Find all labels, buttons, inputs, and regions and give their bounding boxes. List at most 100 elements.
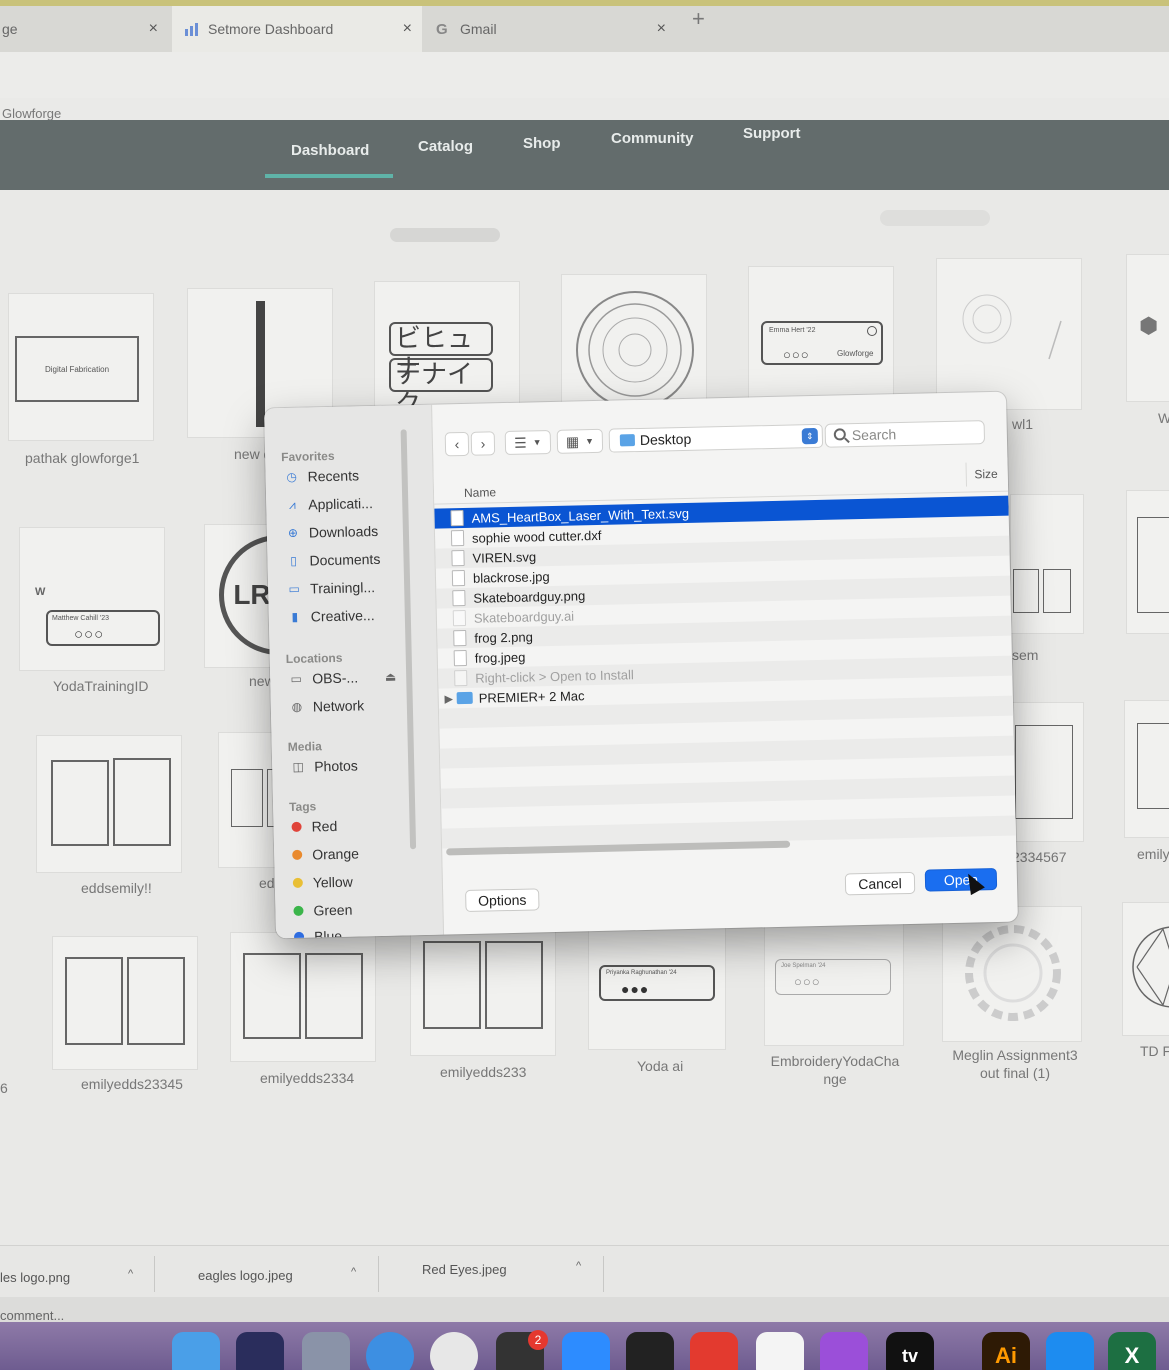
sidebar-item-downloads[interactable]: ⊕ Downloads	[285, 520, 379, 544]
design-title[interactable]: emilyedds233	[440, 1064, 526, 1080]
column-header-name[interactable]: Name	[464, 485, 496, 500]
design-title[interactable]: Meglin Assignment3 out final (1)	[942, 1046, 1088, 1082]
sidebar-scrollbar[interactable]	[400, 429, 417, 850]
sidebar-item-photos[interactable]: ◫ Photos	[290, 754, 358, 778]
design-title[interactable]: YodaTrainingID	[53, 678, 148, 694]
design-card[interactable]	[52, 936, 198, 1070]
design-title[interactable]: EmbroideryYodaCha nge	[762, 1052, 908, 1088]
close-tab-icon[interactable]: ×	[149, 20, 158, 38]
siri-icon[interactable]	[236, 1332, 284, 1370]
news-icon[interactable]	[756, 1332, 804, 1370]
download-item-label[interactable]: les logo.png	[0, 1270, 70, 1285]
file-name: Right-click > Open to Install	[475, 666, 634, 686]
cancel-button[interactable]: Cancel	[844, 871, 916, 896]
grid-view-button[interactable]: ▦ ▼	[556, 428, 604, 454]
sidebar-item-tag-blue[interactable]: Blue	[293, 925, 343, 939]
design-card[interactable]	[1126, 490, 1169, 634]
nav-shop[interactable]: Shop	[523, 135, 561, 152]
scrollbar-thumb[interactable]	[446, 840, 791, 856]
file-name: blackrose.jpg	[472, 568, 550, 586]
nav-dashboard[interactable]: Dashboard	[291, 142, 369, 159]
design-title[interactable]: eddsemily!!	[81, 880, 152, 896]
sidebar-item-tag-green[interactable]: Green	[293, 899, 353, 922]
nav-community[interactable]: Community	[611, 130, 694, 147]
tab-setmore-dashboard[interactable]: Setmore Dashboard ×	[172, 6, 422, 52]
sidebar-item-applications[interactable]: ⩘ Applicati...	[284, 492, 373, 516]
design-title[interactable]: emily	[1137, 846, 1169, 862]
search-field[interactable]	[824, 420, 986, 448]
close-tab-icon[interactable]: ×	[403, 20, 412, 38]
chrome-icon[interactable]	[430, 1332, 478, 1370]
design-card[interactable]	[1010, 494, 1084, 634]
sidebar-item-documents[interactable]: ▯ Documents	[285, 548, 380, 572]
design-title[interactable]: 6	[0, 1080, 8, 1096]
chevron-up-icon[interactable]: ^	[576, 1260, 581, 1272]
design-card[interactable]	[936, 258, 1082, 410]
nav-support[interactable]: Support	[743, 125, 801, 142]
design-title[interactable]: 2334567	[1012, 849, 1067, 865]
podcasts-icon[interactable]	[820, 1332, 868, 1370]
app-store-icon[interactable]	[1046, 1332, 1094, 1370]
design-title[interactable]: W	[1158, 410, 1169, 426]
nav-catalog[interactable]: Catalog	[418, 138, 473, 155]
chevron-up-icon[interactable]: ^	[128, 1268, 133, 1280]
eject-icon[interactable]: ⏏	[385, 670, 397, 684]
design-card[interactable]: Digital Fabrication	[8, 293, 154, 441]
design-card[interactable]	[410, 928, 556, 1056]
tab-gmail[interactable]: G Gmail ×	[426, 6, 676, 52]
close-tab-icon[interactable]: ×	[657, 20, 666, 38]
design-card[interactable]: Priyanka Raghunathan '24 ●●●	[588, 922, 726, 1050]
launchpad-icon[interactable]	[302, 1332, 350, 1370]
options-button[interactable]: Options	[465, 888, 540, 913]
design-title[interactable]: Yoda ai	[637, 1058, 683, 1074]
excel-label: X	[1124, 1343, 1140, 1368]
image-file-icon	[453, 629, 467, 647]
sidebar-item-recents[interactable]: ◷ Recents	[283, 464, 359, 488]
forward-button[interactable]: ›	[470, 431, 496, 456]
back-button[interactable]: ‹	[444, 431, 470, 457]
zoom-icon[interactable]	[562, 1332, 610, 1370]
download-item-label[interactable]: Red Eyes.jpeg	[422, 1262, 507, 1277]
inkscape-icon[interactable]	[626, 1332, 674, 1370]
download-item-label[interactable]: eagles logo.jpeg	[198, 1268, 293, 1283]
apple-tv-icon[interactable]: tv	[886, 1332, 934, 1370]
design-card[interactable]	[36, 735, 182, 873]
excel-icon[interactable]: X	[1108, 1332, 1156, 1370]
sidebar-item-tag-yellow[interactable]: Yellow	[292, 871, 353, 894]
sidebar-item-obs-drive[interactable]: ▭ OBS-... ⏏	[288, 666, 396, 690]
sidebar-item-network[interactable]: ◍ Network	[289, 694, 365, 718]
design-title[interactable]: TD F	[1140, 1043, 1169, 1059]
design-card[interactable]	[1010, 702, 1084, 842]
safari-icon[interactable]	[366, 1332, 414, 1370]
design-card[interactable]: ⬢	[1126, 254, 1169, 402]
design-card[interactable]	[1122, 902, 1169, 1036]
design-card[interactable]: W Matthew Cahill '23 ○○○	[19, 527, 165, 671]
design-title[interactable]: sem	[1012, 647, 1038, 663]
chevron-up-icon[interactable]: ^	[351, 1266, 356, 1278]
disclosure-triangle-icon[interactable]: ▶	[441, 692, 457, 705]
embroidery-app-icon[interactable]	[690, 1332, 738, 1370]
search-input[interactable]	[851, 423, 979, 445]
column-header-size[interactable]: Size	[965, 461, 999, 487]
illustrator-icon[interactable]: Ai	[982, 1332, 1030, 1370]
sidebar-item-tag-orange[interactable]: Orange	[292, 842, 359, 866]
browser-tab-strip: ge × Setmore Dashboard × G Gmail × +	[0, 6, 1169, 52]
tag-dot-green	[293, 905, 304, 916]
list-view-button[interactable]: ☰ ▼	[504, 429, 552, 456]
sidebar-item-training[interactable]: ▭ Trainingl...	[286, 576, 375, 600]
design-title[interactable]: emilyedds2334	[260, 1070, 354, 1086]
design-card[interactable]	[942, 906, 1082, 1042]
new-tab-button[interactable]: +	[692, 6, 705, 32]
sidebar-item-creative[interactable]: ▮ Creative...	[287, 604, 375, 628]
design-title[interactable]: emilyedds23345	[81, 1076, 183, 1092]
finder-icon[interactable]	[172, 1332, 220, 1370]
design-title[interactable]: pathak glowforge1	[25, 450, 139, 466]
open-button[interactable]: Open	[924, 867, 998, 892]
tab-glowforge[interactable]: ge ×	[0, 6, 168, 52]
design-card[interactable]: Joe Spelman '24 ○○○	[764, 914, 904, 1046]
design-card[interactable]	[230, 932, 376, 1062]
sidebar-item-tag-red[interactable]: Red	[291, 815, 337, 838]
location-popup[interactable]: Desktop ⇕	[608, 423, 824, 453]
design-title[interactable]: wl1	[1012, 416, 1033, 432]
design-card[interactable]	[1124, 700, 1169, 838]
